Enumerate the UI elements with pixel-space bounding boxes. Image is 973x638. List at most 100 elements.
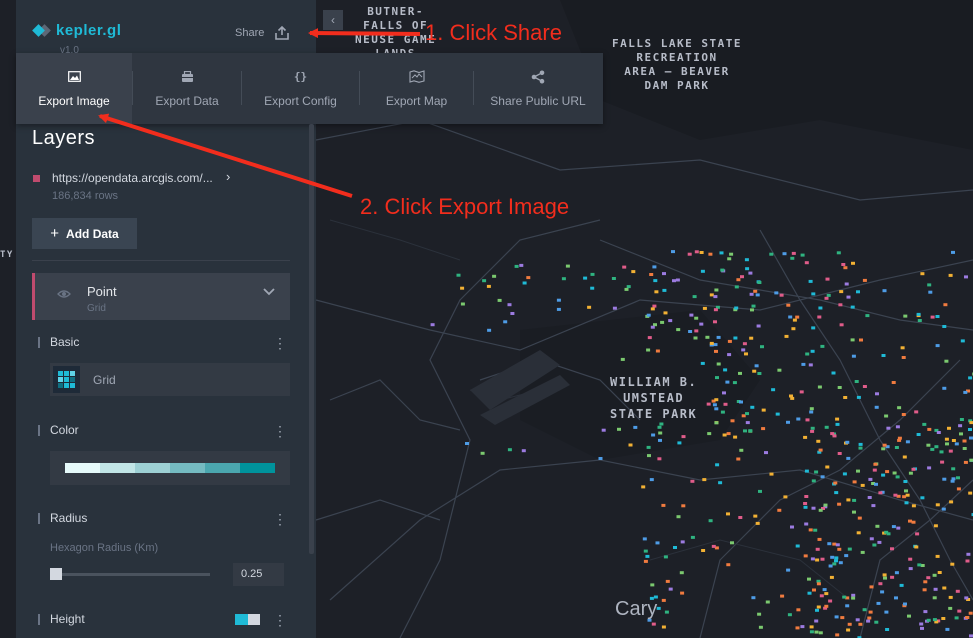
- radius-more-icon[interactable]: ⋮: [273, 512, 287, 526]
- radius-value-input[interactable]: 0.25: [233, 563, 284, 586]
- layer-card-point[interactable]: Point Grid: [32, 273, 290, 320]
- map-data-point: [688, 330, 693, 333]
- map-data-point: [948, 273, 953, 277]
- basic-more-icon[interactable]: ⋮: [273, 336, 287, 350]
- map-data-point: [713, 308, 718, 312]
- map-data-point: [846, 498, 851, 502]
- map-data-point: [647, 454, 651, 458]
- map-data-point: [932, 573, 937, 577]
- radius-slider-track[interactable]: [57, 573, 210, 576]
- share-button[interactable]: Share: [235, 25, 290, 41]
- map-data-point: [590, 272, 595, 276]
- map-data-point: [791, 251, 796, 255]
- map-data-point: [664, 610, 669, 614]
- map-data-point: [739, 448, 744, 452]
- map-data-point: [836, 251, 841, 255]
- export-data-button[interactable]: Export Data: [133, 53, 241, 124]
- map-data-point: [873, 462, 878, 466]
- map-data-point: [829, 575, 834, 579]
- eye-icon[interactable]: [57, 289, 71, 299]
- map-data-point: [732, 381, 737, 385]
- map-data-point: [713, 295, 718, 299]
- share-label: Share: [235, 27, 265, 39]
- map-data-point: [846, 295, 851, 299]
- map-data-point: [730, 419, 735, 423]
- map-data-point: [881, 354, 886, 357]
- grid-icon: [53, 366, 80, 393]
- map-data-point: [739, 400, 743, 404]
- section-bar: [38, 337, 40, 348]
- map-data-point: [645, 554, 650, 558]
- height-more-icon[interactable]: ⋮: [273, 613, 287, 627]
- section-basic-label: Basic: [50, 335, 80, 349]
- map-data-point: [726, 512, 730, 516]
- panel-scrollbar[interactable]: [309, 124, 314, 554]
- map-data-point: [923, 580, 928, 584]
- map-data-point: [720, 410, 725, 414]
- chevron-down-icon[interactable]: [263, 288, 275, 296]
- map-data-point: [935, 344, 940, 348]
- map-data-point: [948, 595, 953, 599]
- map-data-point: [816, 605, 821, 609]
- map-label-umstead: WILLIAM B. UMSTEAD STATE PARK: [610, 375, 698, 421]
- map-data-point: [930, 447, 935, 451]
- map-data-point: [526, 276, 531, 280]
- map-data-point: [642, 537, 647, 541]
- map-data-point: [882, 573, 887, 577]
- color-more-icon[interactable]: ⋮: [273, 424, 287, 438]
- share-public-url-label: Share Public URL: [490, 93, 586, 108]
- map-data-point: [941, 507, 946, 511]
- radius-slider-handle[interactable]: [50, 568, 62, 580]
- map-data-point: [839, 290, 844, 294]
- dataset-url: https://opendata.arcgis.com/...: [52, 171, 213, 185]
- map-data-point: [790, 256, 795, 260]
- map-data-point: [650, 307, 655, 311]
- map-data-point: [954, 616, 959, 620]
- export-image-button[interactable]: Export Image: [16, 53, 132, 124]
- map-data-point: [713, 320, 717, 324]
- palette-swatch: [240, 463, 275, 473]
- map-data-point: [911, 504, 916, 508]
- map-data-point: [944, 359, 949, 363]
- map-data-point: [852, 510, 856, 514]
- map-data-point: [817, 537, 822, 541]
- map-data-point: [790, 396, 795, 400]
- share-public-url-button[interactable]: Share Public URL: [474, 53, 602, 124]
- height-color-swatch[interactable]: [235, 614, 260, 625]
- color-palette-selector[interactable]: [50, 451, 290, 485]
- map-data-point: [641, 485, 646, 489]
- map-data-point: [878, 491, 883, 495]
- map-data-point: [942, 477, 947, 481]
- layer-type-selector[interactable]: Grid: [50, 363, 290, 396]
- map-data-point: [758, 625, 763, 629]
- map-data-point: [947, 426, 951, 430]
- map-data-point: [713, 343, 718, 347]
- map-data-point: [811, 326, 816, 330]
- map-data-point: [858, 622, 863, 626]
- map-data-point: [860, 483, 865, 487]
- map-data-point: [809, 410, 814, 414]
- add-data-button[interactable]: + Add Data: [32, 218, 137, 249]
- map-data-point: [649, 478, 654, 482]
- map-data-point: [611, 277, 616, 280]
- map-data-point: [661, 598, 666, 602]
- map-data-point: [761, 408, 766, 412]
- map-data-point: [601, 428, 606, 432]
- map-data-point: [828, 564, 833, 568]
- map-data-point: [460, 302, 465, 306]
- map-data-point: [734, 285, 739, 289]
- map-data-point: [922, 588, 927, 592]
- map-data-point: [844, 554, 849, 558]
- map-data-point: [486, 284, 491, 288]
- map-data-point: [788, 315, 793, 319]
- map-data-point: [837, 386, 842, 389]
- map-data-point: [792, 318, 797, 322]
- collapse-panel-button[interactable]: ‹: [323, 10, 343, 30]
- map-data-point: [813, 528, 818, 532]
- map-data-point: [803, 554, 808, 558]
- export-map-button[interactable]: Export Map: [360, 53, 473, 124]
- map-data-point: [617, 427, 621, 431]
- map-data-point: [868, 477, 873, 481]
- export-config-button[interactable]: {} Export Config: [242, 53, 359, 124]
- map-data-point: [914, 545, 919, 549]
